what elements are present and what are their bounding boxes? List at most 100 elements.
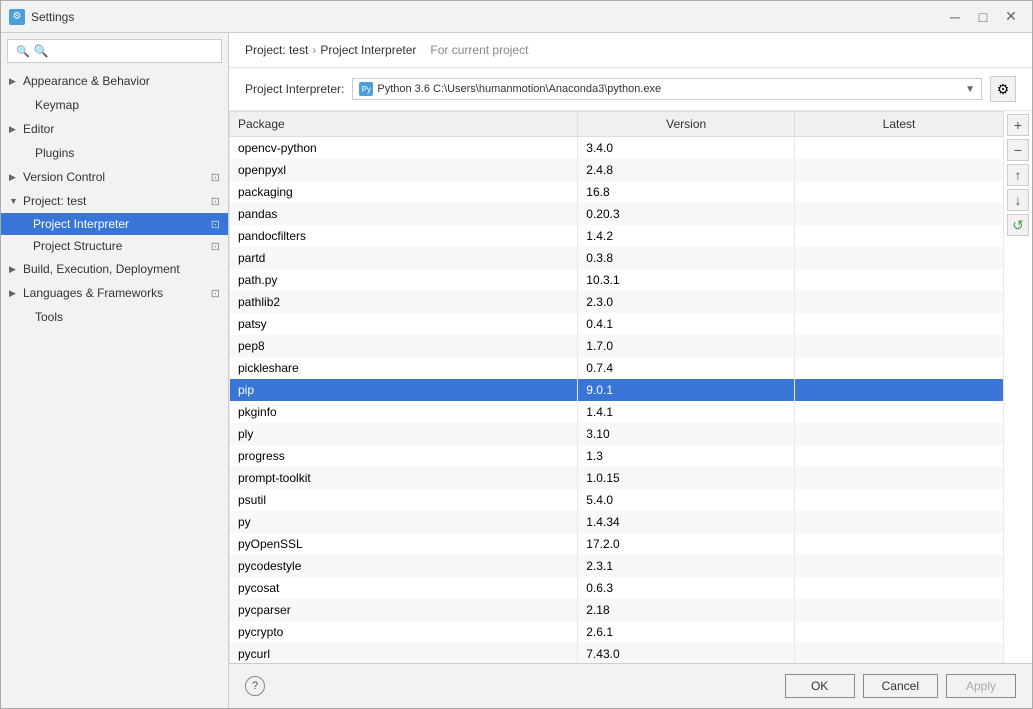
package-version: 2.6.1 xyxy=(578,621,795,643)
right-panel: Project: test › Project Interpreter For … xyxy=(229,33,1032,708)
package-name: py xyxy=(230,511,578,533)
package-name: pep8 xyxy=(230,335,578,357)
package-table-container[interactable]: Package Version Latest opencv-python3.4.… xyxy=(229,111,1004,663)
table-row[interactable]: pandas0.20.3 xyxy=(230,203,1004,225)
python-icon: Py xyxy=(359,82,373,96)
table-row[interactable]: pathlib22.3.0 xyxy=(230,291,1004,313)
table-row[interactable]: pip9.0.1 xyxy=(230,379,1004,401)
package-latest xyxy=(795,533,1004,555)
sidebar-item-label-vcs: Version Control xyxy=(23,170,105,184)
sidebar-item-languages[interactable]: ▶ Languages & Frameworks ⊡ xyxy=(1,281,228,305)
package-version: 1.4.1 xyxy=(578,401,795,423)
col-package: Package xyxy=(230,112,578,137)
package-latest xyxy=(795,445,1004,467)
interpreter-select[interactable]: Py Python 3.6 C:\Users\humanmotion\Anaco… xyxy=(352,78,982,100)
expand-arrow-project: ▼ xyxy=(9,196,19,206)
interpreter-label: Project Interpreter: xyxy=(245,82,344,96)
table-row[interactable]: pep81.7.0 xyxy=(230,335,1004,357)
package-name: ply xyxy=(230,423,578,445)
table-row[interactable]: opencv-python3.4.0 xyxy=(230,137,1004,159)
upgrade-package-button[interactable]: ↑ xyxy=(1007,164,1029,186)
package-version: 3.10 xyxy=(578,423,795,445)
help-icon: ? xyxy=(252,680,258,692)
sidebar-item-editor[interactable]: ▶ Editor xyxy=(1,117,228,141)
maximize-button[interactable]: □ xyxy=(970,7,996,27)
apply-button[interactable]: Apply xyxy=(946,674,1016,698)
sidebar-item-project[interactable]: ▼ Project: test ⊡ xyxy=(1,189,228,213)
table-row[interactable]: pkginfo1.4.1 xyxy=(230,401,1004,423)
table-row[interactable]: pycurl7.43.0 xyxy=(230,643,1004,664)
table-row[interactable]: pyOpenSSL17.2.0 xyxy=(230,533,1004,555)
table-row[interactable]: ply3.10 xyxy=(230,423,1004,445)
py-text: Py xyxy=(362,85,371,94)
sidebar-item-plugins[interactable]: Plugins xyxy=(1,141,228,165)
package-version: 1.0.15 xyxy=(578,467,795,489)
package-version: 1.4.2 xyxy=(578,225,795,247)
sidebar-item-appearance[interactable]: ▶ Appearance & Behavior xyxy=(1,69,228,93)
search-box[interactable]: 🔍 xyxy=(7,39,222,63)
right-toolbar: + − ↑ ↓ ↺ xyxy=(1004,111,1032,663)
package-name: psutil xyxy=(230,489,578,511)
expand-arrow-build: ▶ xyxy=(9,264,19,275)
table-row[interactable]: pycparser2.18 xyxy=(230,599,1004,621)
window-title: Settings xyxy=(31,10,942,24)
package-version: 0.4.1 xyxy=(578,313,795,335)
table-row[interactable]: progress1.3 xyxy=(230,445,1004,467)
package-latest xyxy=(795,159,1004,181)
table-row[interactable]: path.py10.3.1 xyxy=(230,269,1004,291)
table-row[interactable]: py1.4.34 xyxy=(230,511,1004,533)
package-version: 7.43.0 xyxy=(578,643,795,664)
sidebar-item-vcs[interactable]: ▶ Version Control ⊡ xyxy=(1,165,228,189)
package-version: 3.4.0 xyxy=(578,137,795,159)
package-name: pip xyxy=(230,379,578,401)
sidebar-item-tools[interactable]: Tools xyxy=(1,305,228,329)
table-row[interactable]: prompt-toolkit1.0.15 xyxy=(230,467,1004,489)
main-content: 🔍 ▶ Appearance & Behavior Keymap ▶ Edito… xyxy=(1,33,1032,708)
sidebar-item-build[interactable]: ▶ Build, Execution, Deployment xyxy=(1,257,228,281)
interpreter-gear-button[interactable]: ⚙ xyxy=(990,76,1016,102)
breadcrumb-separator: › xyxy=(312,43,316,57)
table-row[interactable]: packaging16.8 xyxy=(230,181,1004,203)
table-row[interactable]: pycrypto2.6.1 xyxy=(230,621,1004,643)
search-icon: 🔍 xyxy=(16,45,30,58)
table-row[interactable]: partd0.3.8 xyxy=(230,247,1004,269)
app-icon: ⚙ xyxy=(9,9,25,25)
footer: ? OK Cancel Apply xyxy=(229,663,1032,708)
table-row[interactable]: patsy0.4.1 xyxy=(230,313,1004,335)
table-row[interactable]: openpyxl2.4.8 xyxy=(230,159,1004,181)
package-name: openpyxl xyxy=(230,159,578,181)
package-latest xyxy=(795,577,1004,599)
sidebar-item-project-interpreter[interactable]: Project Interpreter ⊡ xyxy=(1,213,228,235)
interpreter-row: Project Interpreter: Py Python 3.6 C:\Us… xyxy=(229,68,1032,111)
package-latest xyxy=(795,489,1004,511)
table-row[interactable]: pycosat0.6.3 xyxy=(230,577,1004,599)
sidebar-item-keymap[interactable]: Keymap xyxy=(1,93,228,117)
downgrade-package-button[interactable]: ↓ xyxy=(1007,189,1029,211)
package-latest xyxy=(795,401,1004,423)
help-button[interactable]: ? xyxy=(245,676,265,696)
table-row[interactable]: pickleshare0.7.4 xyxy=(230,357,1004,379)
refresh-packages-button[interactable]: ↺ xyxy=(1007,214,1029,236)
cancel-button[interactable]: Cancel xyxy=(863,674,938,698)
package-latest xyxy=(795,643,1004,664)
sidebar-item-label-project-interpreter: Project Interpreter xyxy=(33,217,129,231)
remove-package-button[interactable]: − xyxy=(1007,139,1029,161)
search-input[interactable] xyxy=(34,44,213,58)
settings-window: ⚙ Settings ─ □ ✕ 🔍 ▶ Appearance & Behavi… xyxy=(0,0,1033,709)
package-latest xyxy=(795,269,1004,291)
sidebar-item-project-structure[interactable]: Project Structure ⊡ xyxy=(1,235,228,257)
package-version: 2.18 xyxy=(578,599,795,621)
table-row[interactable]: pandocfilters1.4.2 xyxy=(230,225,1004,247)
table-area: Package Version Latest opencv-python3.4.… xyxy=(229,111,1032,663)
package-version: 2.3.1 xyxy=(578,555,795,577)
lang-icon: ⊡ xyxy=(211,287,220,300)
package-name: path.py xyxy=(230,269,578,291)
minimize-button[interactable]: ─ xyxy=(942,7,968,27)
add-package-button[interactable]: + xyxy=(1007,114,1029,136)
table-row[interactable]: pycodestyle2.3.1 xyxy=(230,555,1004,577)
ok-button[interactable]: OK xyxy=(785,674,855,698)
close-button[interactable]: ✕ xyxy=(998,7,1024,27)
sidebar-item-label-project: Project: test xyxy=(23,194,86,208)
package-latest xyxy=(795,511,1004,533)
table-row[interactable]: psutil5.4.0 xyxy=(230,489,1004,511)
